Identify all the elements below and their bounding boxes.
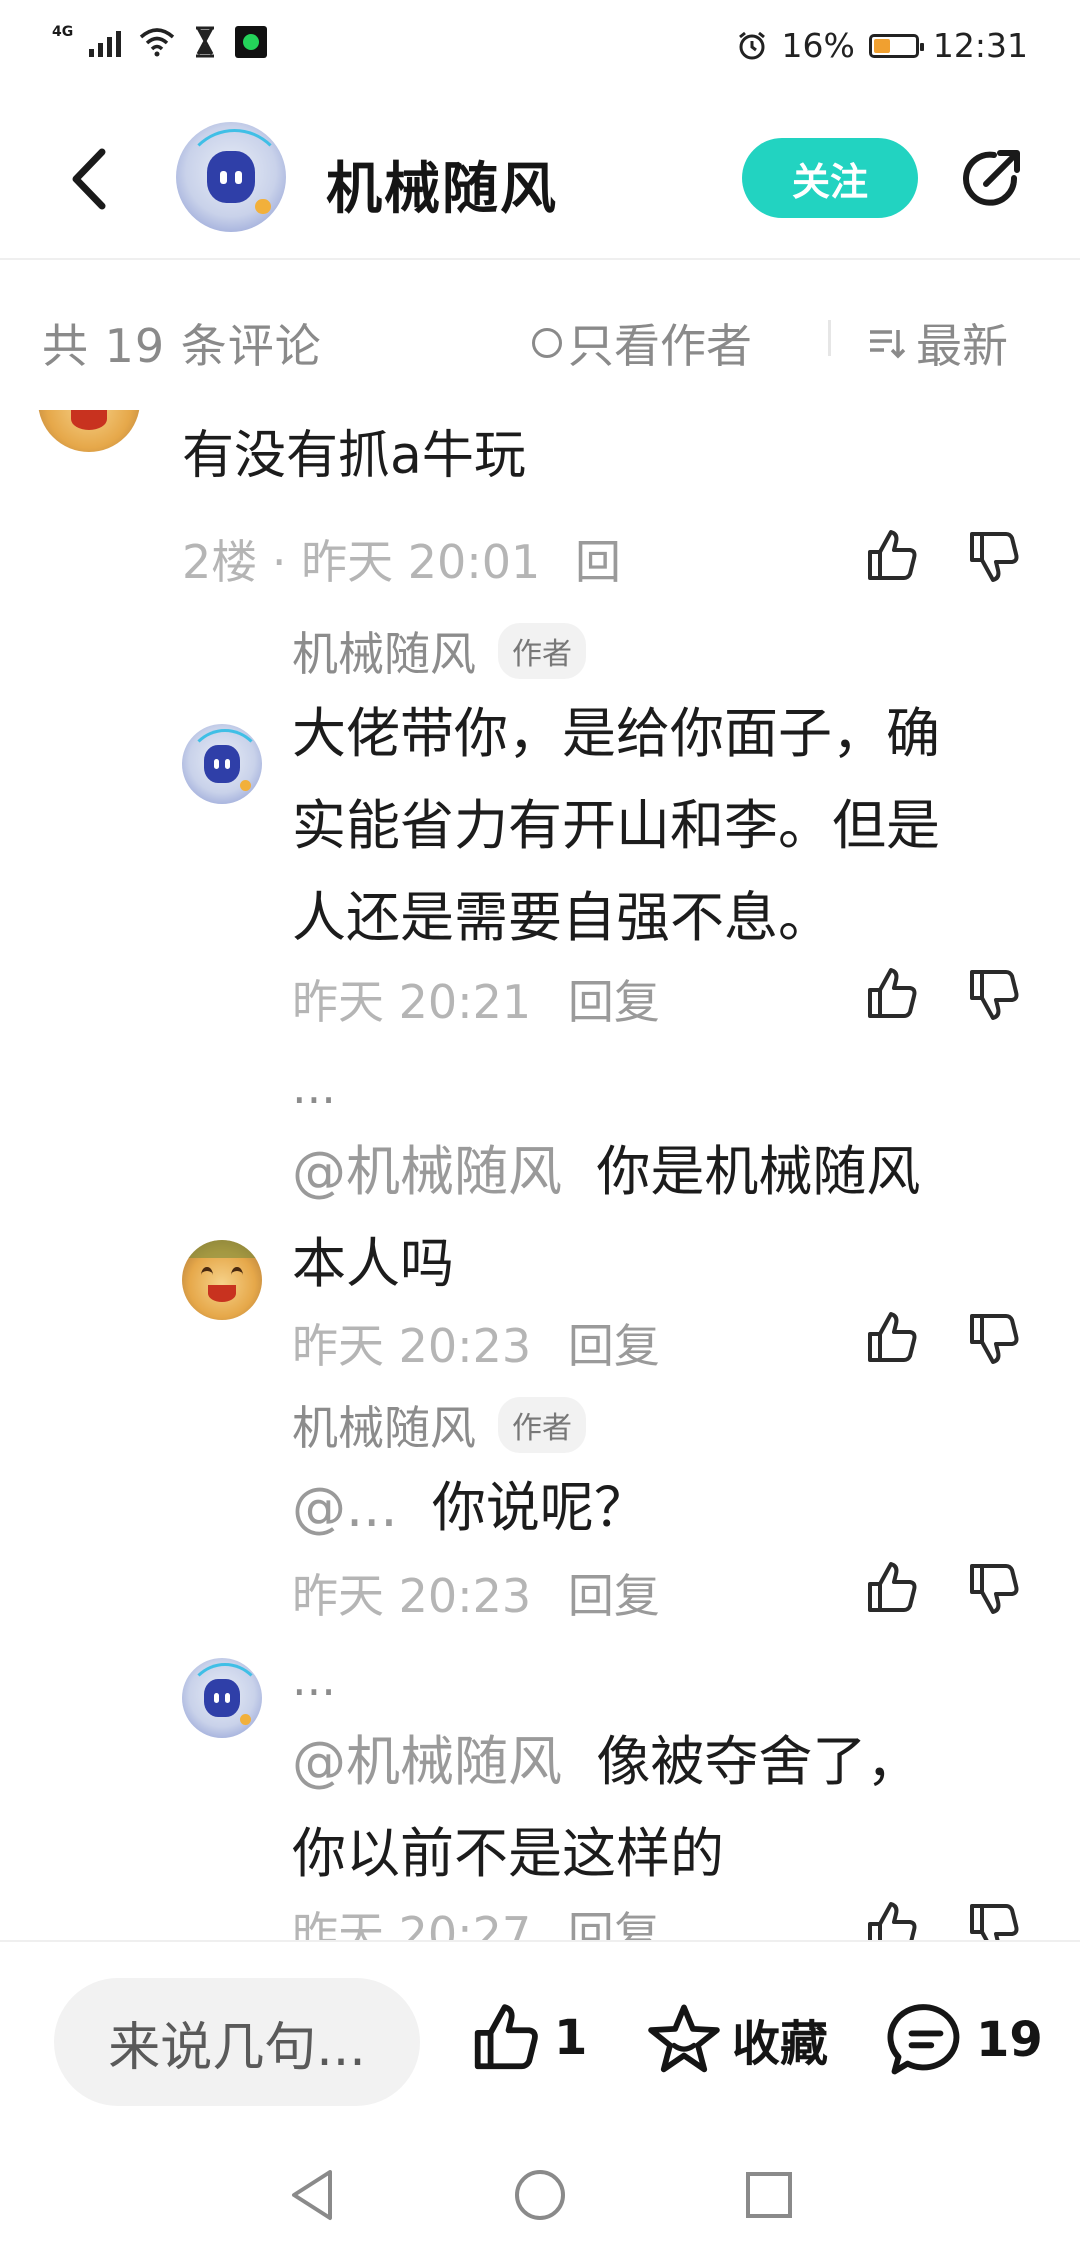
collect-button[interactable]: 收藏 xyxy=(646,2002,828,2076)
comment-line: @机械随风 你是机械随风 xyxy=(292,1140,921,1203)
share-icon[interactable] xyxy=(956,144,1026,214)
like-button[interactable]: 1 xyxy=(468,2002,587,2074)
comment-count-badge[interactable]: 19 xyxy=(976,2012,1043,2068)
comments-button[interactable]: 19 xyxy=(886,2002,1043,2078)
mention-link[interactable]: @... xyxy=(292,1476,398,1539)
hourglass-icon xyxy=(196,26,215,58)
dislike-icon[interactable] xyxy=(966,1900,1022,1940)
username[interactable]: ... xyxy=(292,1652,336,1706)
comment-time: 昨天 20:23 xyxy=(292,1319,532,1373)
comment-line: 人还是需要自强不息。 xyxy=(292,886,832,949)
sort-toggle[interactable]: 最新 xyxy=(868,310,1008,376)
sort-label[interactable]: 最新 xyxy=(916,310,1008,376)
status-bar: 4G 16% 12:31 xyxy=(0,0,1080,96)
dislike-icon[interactable] xyxy=(966,966,1022,1022)
battery-percent: 16% xyxy=(781,26,855,65)
comment-text: @... 你说呢？ xyxy=(292,1462,648,1554)
clock: 12:31 xyxy=(932,26,1028,65)
username[interactable]: 机械随风 xyxy=(292,1392,476,1458)
author-only-label[interactable]: 只看作者 xyxy=(568,310,752,376)
reply-button[interactable]: 回复 xyxy=(568,1907,660,1940)
status-right: 16% 12:31 xyxy=(736,26,1028,65)
comment-meta: 2楼 · 昨天 20:01 回 xyxy=(182,526,621,592)
username[interactable]: 机械随风 xyxy=(292,618,476,684)
dislike-icon[interactable] xyxy=(966,528,1022,584)
comment-text: @机械随风 你是机械随风 本人吗 xyxy=(292,1126,920,1310)
avatar[interactable] xyxy=(182,724,262,804)
comment-count: 共 19 条评论 xyxy=(42,319,322,373)
nav-recents-icon[interactable] xyxy=(744,2170,794,2220)
avatar[interactable] xyxy=(182,1240,262,1320)
like-icon[interactable] xyxy=(864,1900,920,1940)
comment-line: 大佬带你，是给你面子，确 xyxy=(292,702,940,765)
reply-button[interactable]: 回 xyxy=(575,535,621,589)
author-badge: 作者 xyxy=(498,623,586,679)
comment-text: @机械随风 像被夺舍了， 你以前不是这样的 xyxy=(292,1716,920,1900)
reply-button[interactable]: 回复 xyxy=(568,1569,660,1623)
battery-icon xyxy=(868,33,924,58)
comment-input[interactable]: 来说几句... xyxy=(54,1978,420,2106)
comment-time: 昨天 20:21 xyxy=(292,975,532,1029)
app-notification-icon xyxy=(235,26,268,58)
avatar[interactable] xyxy=(182,1658,262,1738)
wifi-icon xyxy=(140,28,175,57)
mention-link[interactable]: @机械随风 xyxy=(292,1730,562,1793)
like-icon[interactable] xyxy=(864,528,920,584)
bottom-action-bar: 来说几句... 1 收藏 19 xyxy=(0,1940,1080,2246)
collect-label[interactable]: 收藏 xyxy=(732,2004,828,2074)
comment-author-row: 机械随风 作者 xyxy=(292,1392,586,1458)
comment-time: 昨天 20:27 xyxy=(292,1907,532,1940)
author-name[interactable]: 机械随风 xyxy=(326,144,558,225)
comment-line: @... 你说呢？ xyxy=(292,1476,648,1539)
comment-text: 大佬带你，是给你面子，确 实能省力有开山和李。但是 人还是需要自强不息。 xyxy=(292,688,940,964)
author-only-toggle[interactable]: 只看作者 xyxy=(532,310,752,376)
like-icon[interactable] xyxy=(864,1310,920,1366)
comment-line: 你以前不是这样的 xyxy=(292,1822,724,1885)
alarm-icon xyxy=(738,31,765,59)
author-avatar[interactable] xyxy=(176,122,286,232)
comment-meta: 昨天 20:23 回复 xyxy=(292,1560,660,1626)
avatar[interactable] xyxy=(38,410,140,452)
comment-bubble-icon[interactable] xyxy=(886,2002,966,2078)
dislike-icon[interactable] xyxy=(966,1560,1022,1616)
like-icon[interactable] xyxy=(864,1560,920,1616)
reply-button[interactable]: 回复 xyxy=(568,975,660,1029)
thumbs-up-icon[interactable] xyxy=(468,2002,544,2074)
dislike-icon[interactable] xyxy=(966,1310,1022,1366)
author-badge: 作者 xyxy=(498,1397,586,1453)
radio-circle-icon[interactable] xyxy=(532,328,562,358)
sort-icon[interactable] xyxy=(868,326,906,360)
follow-button[interactable]: 关注 xyxy=(742,138,918,218)
comment-list: 有没有抓a牛玩 2楼 · 昨天 20:01 回 机械随风 作者 大佬带你，是给你… xyxy=(0,410,1080,1940)
mention-link[interactable]: @机械随风 xyxy=(292,1140,562,1203)
comment-text: 有没有抓a牛玩 xyxy=(182,426,526,486)
like-count[interactable]: 1 xyxy=(554,2010,587,2066)
back-icon[interactable] xyxy=(58,144,118,214)
nav-back-icon[interactable] xyxy=(288,2168,338,2222)
reply-button[interactable]: 回复 xyxy=(568,1319,660,1373)
comment-line: 实能省力有开山和李。但是 xyxy=(292,794,940,857)
comment-meta: 昨天 20:23 回复 xyxy=(292,1310,660,1376)
network-type: 4G xyxy=(52,24,74,40)
comment-line: 本人吗 xyxy=(292,1232,454,1295)
divider xyxy=(828,320,831,356)
comment-time: 2楼 · 昨天 20:01 xyxy=(182,535,541,589)
comment-meta: 昨天 20:27 回复 xyxy=(292,1898,660,1940)
top-header: 机械随风 关注 xyxy=(0,96,1080,260)
signal-icon xyxy=(89,27,122,57)
comment-author-row: 机械随风 作者 xyxy=(292,618,586,684)
username[interactable]: ... xyxy=(292,1060,336,1114)
comment-line: @机械随风 像被夺舍了， xyxy=(292,1730,921,1793)
status-left: 4G xyxy=(52,24,268,58)
like-icon[interactable] xyxy=(864,966,920,1022)
comment-meta: 昨天 20:21 回复 xyxy=(292,966,660,1032)
comment-toolbar: 共 19 条评论 只看作者 最新 xyxy=(0,260,1080,410)
nav-home-icon[interactable] xyxy=(513,2168,567,2222)
star-icon[interactable] xyxy=(646,2002,722,2076)
comment-time: 昨天 20:23 xyxy=(292,1569,532,1623)
